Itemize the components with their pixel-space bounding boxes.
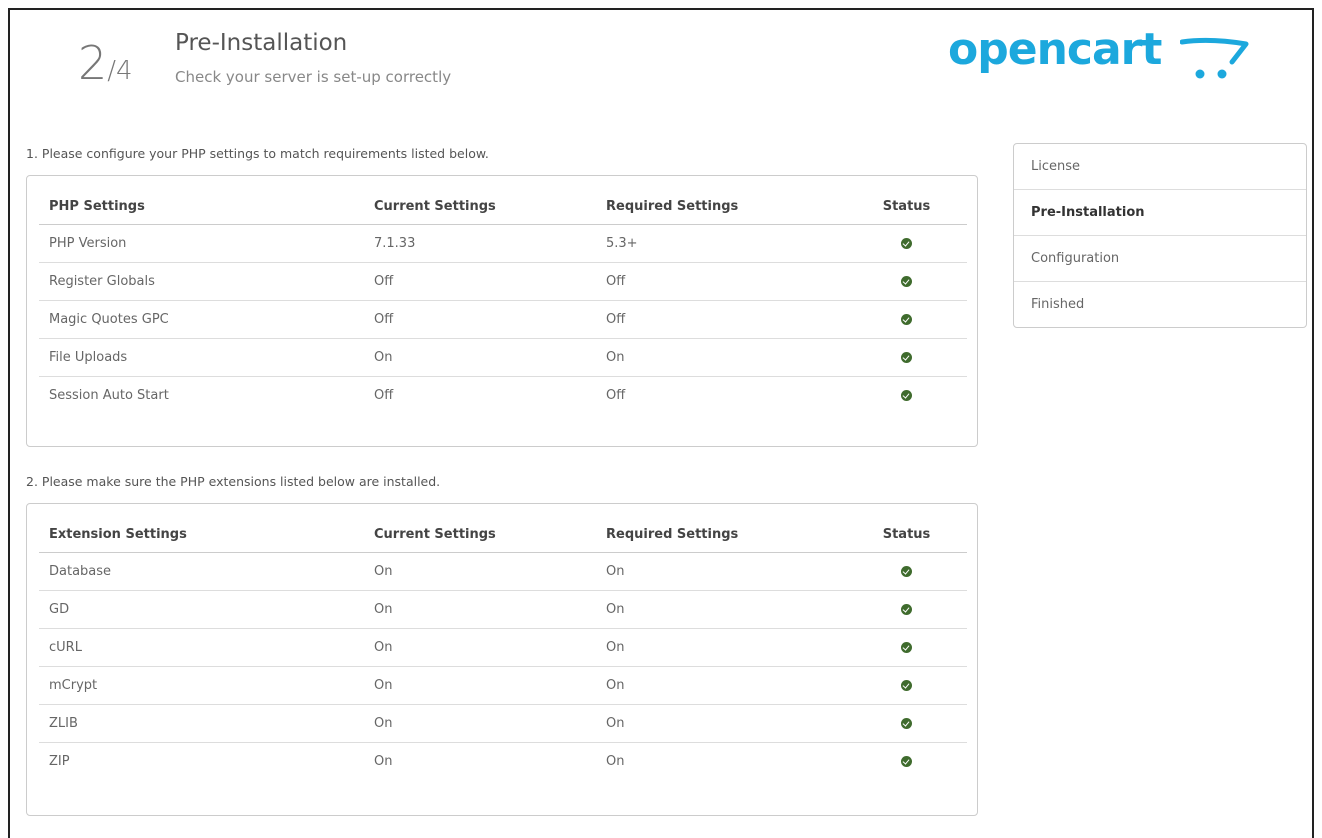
nav-item-pre-installation[interactable]: Pre-Installation [1014, 190, 1306, 236]
section-php-settings-label: 1. Please configure your PHP settings to… [26, 146, 489, 161]
status-cell [846, 552, 967, 591]
check-circle-icon [901, 756, 912, 767]
step-current: 2 [78, 36, 108, 90]
column-header: Status [846, 516, 967, 553]
required-value: Off [596, 262, 846, 301]
table-row: Magic Quotes GPC Off Off [39, 300, 967, 339]
required-value: On [596, 628, 846, 667]
table-row: Session Auto Start Off Off [39, 377, 967, 415]
status-cell [846, 262, 967, 301]
table-row: ZIP On On [39, 743, 967, 781]
check-circle-icon [901, 680, 912, 691]
check-circle-icon [901, 642, 912, 653]
table-row: PHP Version 7.1.33 5.3+ [39, 224, 967, 263]
page-subtitle: Check your server is set-up correctly [175, 68, 452, 86]
required-value: On [596, 704, 846, 743]
current-value: On [374, 754, 393, 769]
setting-name: Magic Quotes GPC [39, 300, 364, 339]
extension-name: mCrypt [39, 666, 364, 705]
required-value: On [596, 590, 846, 629]
check-circle-icon [901, 604, 912, 615]
extensions-panel: Extension Settings Current Settings Requ… [26, 503, 978, 816]
install-steps-nav: License Pre-Installation Configuration F… [1013, 143, 1307, 328]
check-circle-icon [901, 352, 912, 363]
opencart-logo: opencart [948, 24, 1258, 94]
check-circle-icon [901, 276, 912, 287]
current-value: On [364, 628, 596, 667]
table-row: Register Globals Off Off [39, 262, 967, 301]
required-value: On [596, 552, 846, 591]
column-header: Current Settings [364, 516, 596, 553]
extension-name: ZIP [49, 754, 70, 769]
required-value: Off [596, 300, 846, 339]
check-circle-icon [901, 314, 912, 325]
status-cell [846, 338, 967, 377]
nav-item-configuration[interactable]: Configuration [1014, 236, 1306, 282]
current-value: Off [364, 300, 596, 339]
section-extensions-label: 2. Please make sure the PHP extensions l… [26, 474, 441, 489]
table-row: File Uploads On On [39, 338, 967, 377]
page-title: Pre-Installation [175, 30, 348, 56]
status-cell [846, 628, 967, 667]
php-settings-table: PHP Settings Current Settings Required S… [39, 188, 967, 414]
current-value: On [364, 666, 596, 705]
table-row: mCrypt On On [39, 666, 967, 705]
status-cell [846, 743, 967, 781]
column-header: PHP Settings [39, 188, 364, 225]
required-value: On [606, 754, 625, 769]
check-circle-icon [901, 718, 912, 729]
column-header: Required Settings [596, 516, 846, 553]
step-total: /4 [107, 56, 133, 86]
current-value: On [364, 590, 596, 629]
column-header: Current Settings [364, 188, 596, 225]
current-value: Off [374, 388, 394, 403]
nav-item-finished[interactable]: Finished [1014, 282, 1306, 327]
setting-name: Session Auto Start [49, 388, 169, 403]
table-row: Database On On [39, 552, 967, 591]
extension-name: ZLIB [39, 704, 364, 743]
table-row: cURL On On [39, 628, 967, 667]
status-cell [846, 300, 967, 339]
extension-name: Database [39, 552, 364, 591]
table-row: ZLIB On On [39, 704, 967, 743]
status-cell [846, 377, 967, 415]
table-header-row: Extension Settings Current Settings Requ… [39, 516, 967, 553]
status-cell [846, 666, 967, 705]
step-indicator: 2/4 [78, 40, 133, 86]
status-cell [846, 224, 967, 263]
status-cell [846, 590, 967, 629]
column-header: Status [846, 188, 967, 225]
extension-name: cURL [39, 628, 364, 667]
current-value: On [364, 552, 596, 591]
setting-name: File Uploads [39, 338, 364, 377]
required-value: 5.3+ [596, 224, 846, 263]
cart-icon [1180, 37, 1249, 79]
logo-text: opencart [948, 24, 1162, 75]
setting-name: PHP Version [39, 224, 364, 263]
current-value: Off [364, 262, 596, 301]
current-value: On [364, 338, 596, 377]
extension-settings-table: Extension Settings Current Settings Requ… [39, 516, 967, 780]
table-header-row: PHP Settings Current Settings Required S… [39, 188, 967, 225]
current-value: 7.1.33 [364, 224, 596, 263]
setting-name: Register Globals [39, 262, 364, 301]
check-circle-icon [901, 566, 912, 577]
php-settings-panel: PHP Settings Current Settings Required S… [26, 175, 978, 447]
current-value: On [364, 704, 596, 743]
required-value: Off [606, 388, 626, 403]
nav-item-license[interactable]: License [1014, 144, 1306, 190]
required-value: On [596, 338, 846, 377]
table-row: GD On On [39, 590, 967, 629]
check-circle-icon [901, 390, 912, 401]
status-cell [846, 704, 967, 743]
required-value: On [596, 666, 846, 705]
column-header: Extension Settings [39, 516, 364, 553]
extension-name: GD [39, 590, 364, 629]
column-header: Required Settings [596, 188, 846, 225]
installer-page: 2/4 Pre-Installation Check your server i… [8, 8, 1314, 838]
check-circle-icon [901, 238, 912, 249]
